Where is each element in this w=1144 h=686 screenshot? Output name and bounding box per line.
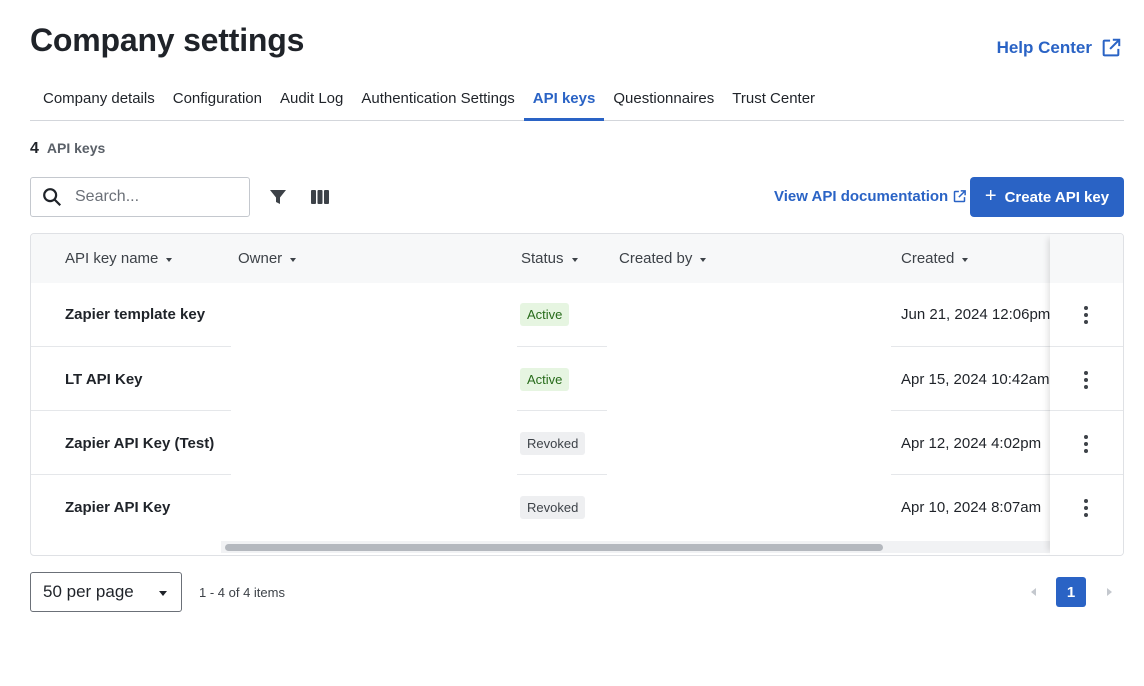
- api-keys-table: API key name Owner Status Created by Cre…: [30, 233, 1124, 556]
- sort-caret-icon: [700, 257, 707, 262]
- horizontal-scrollbar[interactable]: [221, 541, 1051, 553]
- status-badge: Revoked: [520, 432, 586, 455]
- tab-configuration[interactable]: Configuration: [164, 80, 271, 120]
- sort-caret-icon: [290, 257, 297, 262]
- search-box[interactable]: [30, 177, 250, 217]
- table-row[interactable]: LT API Key Active Apr 15, 2024 10:42am: [31, 347, 1123, 411]
- column-label: Created by: [619, 250, 693, 267]
- table-header: API key name Owner Status Created by Cre…: [31, 234, 1123, 283]
- created-date: Apr 12, 2024 4:02pm: [901, 435, 1042, 452]
- column-header-status[interactable]: Status: [521, 250, 578, 267]
- row-actions-column: [1050, 234, 1123, 555]
- external-link-icon: [1102, 38, 1121, 57]
- status-badge: Revoked: [520, 496, 586, 519]
- status-badge: Active: [520, 368, 570, 391]
- row-actions-kebab-icon[interactable]: [1080, 434, 1092, 454]
- status-badge: Active: [520, 303, 570, 326]
- sort-caret-icon: [571, 257, 578, 262]
- page-button-current[interactable]: 1: [1056, 577, 1086, 607]
- count-label: API keys: [46, 140, 106, 156]
- tab-trust-center[interactable]: Trust Center: [723, 80, 824, 120]
- view-api-documentation-link[interactable]: View API documentation: [774, 188, 967, 205]
- table-row[interactable]: Zapier API Key (Test) Revoked Apr 12, 20…: [31, 411, 1123, 475]
- table-row[interactable]: Zapier API Key Revoked Apr 10, 2024 8:07…: [31, 475, 1123, 539]
- column-label: API key name: [65, 250, 159, 267]
- column-label: Owner: [238, 250, 283, 267]
- tab-authentication-settings[interactable]: Authentication Settings: [352, 80, 523, 120]
- pagination-range: 1 - 4 of 4 items: [199, 585, 285, 600]
- row-actions-kebab-icon[interactable]: [1080, 370, 1092, 390]
- create-button-label: Create API key: [1004, 188, 1110, 206]
- settings-tabs: Company details Configuration Audit Log …: [30, 80, 1124, 121]
- column-label: Status: [521, 250, 564, 267]
- chevron-right-icon: [1106, 588, 1112, 596]
- table-row[interactable]: Zapier template key Active Jun 21, 2024 …: [31, 283, 1123, 347]
- column-header-created[interactable]: Created: [901, 250, 969, 267]
- columns-icon[interactable]: [308, 185, 332, 209]
- actions-header: [1050, 234, 1123, 283]
- create-api-key-button[interactable]: + Create API key: [970, 177, 1124, 217]
- column-header-owner[interactable]: Owner: [238, 250, 297, 267]
- previous-page-button[interactable]: [1018, 577, 1048, 607]
- chevron-down-icon: [159, 591, 167, 596]
- per-page-value: 50 per page: [43, 582, 134, 601]
- chevron-left-icon: [1030, 588, 1036, 596]
- api-key-name: LT API Key: [65, 371, 143, 388]
- tab-audit-log[interactable]: Audit Log: [271, 80, 352, 120]
- tab-questionnaires[interactable]: Questionnaires: [604, 80, 723, 120]
- created-date: Jun 21, 2024 12:06pm: [901, 306, 1051, 323]
- sort-caret-icon: [962, 257, 969, 262]
- help-center-label: Help Center: [996, 38, 1092, 57]
- doc-link-label: View API documentation: [774, 188, 949, 205]
- row-actions-kebab-icon[interactable]: [1080, 305, 1092, 325]
- external-link-icon: [953, 190, 967, 203]
- search-input[interactable]: [75, 188, 235, 206]
- count-number: 4: [30, 140, 39, 157]
- column-label: Created: [901, 250, 955, 267]
- column-header-api-key-name[interactable]: API key name: [65, 250, 173, 267]
- next-page-button[interactable]: [1094, 577, 1124, 607]
- tab-api-keys[interactable]: API keys: [523, 80, 605, 121]
- sort-caret-icon: [166, 257, 173, 262]
- created-date: Apr 15, 2024 10:42am: [901, 371, 1050, 388]
- search-icon: [43, 188, 62, 207]
- api-key-name: Zapier API Key: [65, 499, 171, 516]
- api-key-name: Zapier template key: [65, 306, 206, 323]
- help-center-link[interactable]: Help Center: [997, 37, 1122, 59]
- page-title: Company settings: [30, 22, 305, 58]
- api-key-name: Zapier API Key (Test): [65, 435, 215, 452]
- per-page-select[interactable]: 50 per page: [30, 572, 182, 612]
- api-key-count: 4 API keys: [30, 140, 105, 158]
- filter-icon[interactable]: [266, 185, 290, 209]
- row-actions-kebab-icon[interactable]: [1080, 498, 1092, 518]
- tab-company-details[interactable]: Company details: [30, 80, 164, 120]
- scrollbar-thumb[interactable]: [225, 544, 883, 551]
- created-date: Apr 10, 2024 8:07am: [901, 499, 1042, 516]
- plus-icon: +: [984, 185, 997, 207]
- column-header-created-by[interactable]: Created by: [619, 250, 707, 267]
